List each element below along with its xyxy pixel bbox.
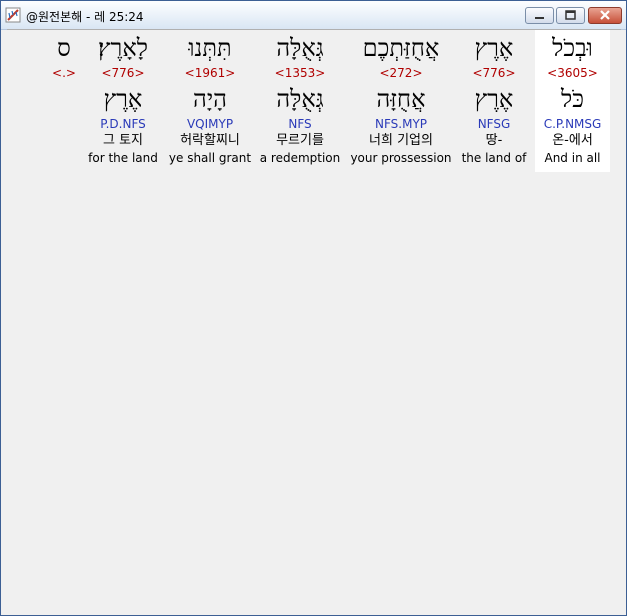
word-column[interactable]: גְּאֻלָּה <1353> גְּאֻלָּה NFS 무르기를 a re… (259, 30, 341, 166)
hebrew-word: תִּתְּנוּ (188, 34, 232, 62)
parsing-code: NFSG (477, 117, 511, 131)
korean-gloss: 그 토지 (102, 133, 143, 148)
strong-number[interactable]: <272> (347, 66, 455, 80)
lemma: אֶרֶץ (474, 85, 514, 113)
parsing-code: VQIMYP (186, 117, 234, 131)
hebrew-word: לָאָרֶץ׃ (98, 34, 148, 62)
parsing-code: NFS.MYP (374, 117, 428, 131)
lemma (47, 82, 81, 116)
lemma: הָיָה (193, 85, 227, 113)
parsing-code (47, 116, 81, 132)
lemma: כֹּל (561, 85, 584, 113)
strong-number[interactable]: <1353> (259, 66, 341, 80)
interlinear-view: וּבְכֹל <3605> כֹּל C.P.NMSG 온-에서 And in… (7, 29, 621, 610)
english-gloss: ye shall grant (168, 151, 252, 165)
maximize-icon (565, 10, 576, 20)
strong-number[interactable]: <776> (459, 66, 529, 80)
app-feather-icon (5, 7, 21, 23)
english-gloss: for the land (88, 151, 158, 165)
english-gloss (47, 150, 81, 166)
hebrew-word: ס (57, 34, 71, 62)
korean-gloss: 너희 기업의 (369, 133, 433, 148)
word-column[interactable]: ס <.> (47, 30, 81, 166)
word-column[interactable]: לָאָרֶץ׃ <776> אֶרֶץ P.D.NFS 그 토지 for th… (85, 30, 161, 166)
lemma: אֲחֻזָּה (376, 85, 426, 113)
hebrew-word: אֲחֻזַּתְכֶם (362, 34, 440, 62)
word-column[interactable]: תִּתְּנוּ <1961> הָיָה VQIMYP 허락할찌니 ye s… (167, 30, 253, 166)
strong-number[interactable]: <3605> (535, 66, 610, 80)
strong-number[interactable]: <1961> (167, 66, 253, 80)
word-column[interactable]: אֲחֻזַּתְכֶם <272> אֲחֻזָּה NFS.MYP 너희 기… (347, 30, 455, 166)
korean-gloss: 허락할찌니 (180, 133, 240, 148)
lemma: גְּאֻלָּה (276, 85, 324, 113)
hebrew-word: אֶרֶץ (474, 34, 514, 62)
minimize-icon (535, 17, 544, 19)
english-gloss: And in all (544, 151, 601, 165)
word-column[interactable]: וּבְכֹל <3605> כֹּל C.P.NMSG 온-에서 And in… (535, 30, 610, 172)
strong-number[interactable]: <776> (85, 66, 161, 80)
app-window: @원전본해 - 레 25:24 וּבְכֹל <3605> כֹּל C.P.… (0, 0, 627, 616)
hebrew-word: וּבְכֹל (552, 34, 593, 62)
word-column[interactable]: אֶרֶץ <776> אֶרֶץ NFSG 땅- the land of (459, 30, 529, 166)
close-button[interactable] (588, 7, 622, 24)
korean-gloss (47, 132, 81, 150)
korean-gloss: 무르기를 (276, 133, 324, 148)
english-gloss: your prossession (350, 151, 452, 165)
close-icon (600, 10, 610, 20)
window-title: @원전본해 - 레 25:24 (26, 10, 144, 24)
minimize-button[interactable] (525, 7, 554, 24)
title-bar[interactable]: @원전본해 - 레 25:24 (1, 1, 626, 30)
strong-number[interactable]: <.> (47, 66, 81, 80)
maximize-button[interactable] (556, 7, 585, 24)
parsing-code: P.D.NFS (100, 117, 146, 131)
lemma: אֶרֶץ (103, 85, 143, 113)
parsing-code: NFS (288, 117, 312, 131)
english-gloss: a redemption (259, 151, 341, 165)
parsing-code: C.P.NMSG (543, 117, 602, 131)
english-gloss: the land of (461, 151, 527, 165)
korean-gloss: 온-에서 (552, 133, 593, 148)
hebrew-word: גְּאֻלָּה (276, 34, 324, 62)
korean-gloss: 땅- (485, 133, 503, 148)
